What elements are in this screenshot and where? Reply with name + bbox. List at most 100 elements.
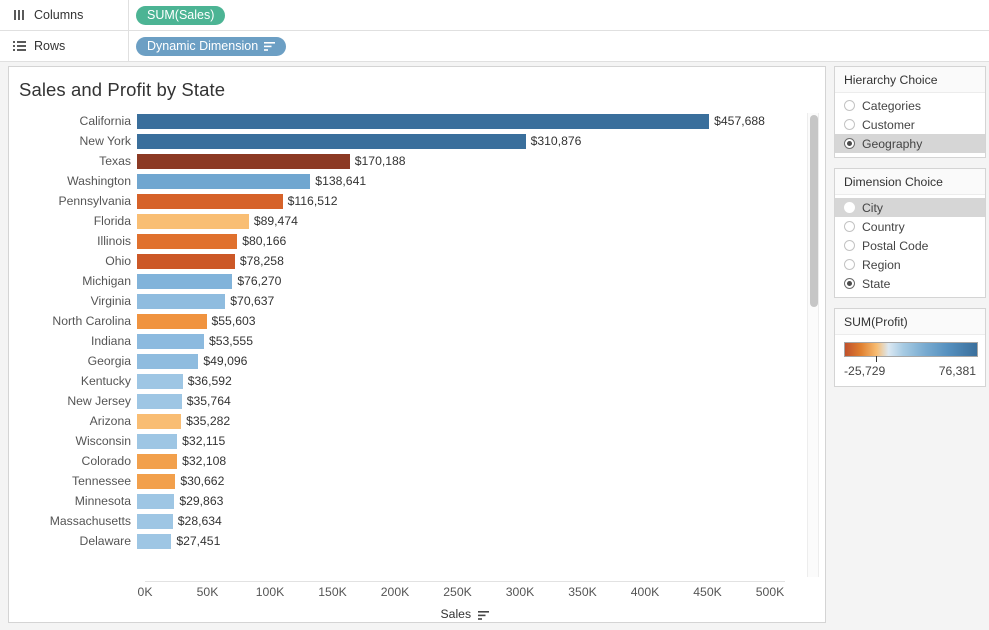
bar-row-label[interactable]: Arizona: [9, 414, 137, 428]
bar[interactable]: [137, 413, 182, 429]
x-axis-title[interactable]: Sales: [145, 607, 785, 623]
bar-row-label[interactable]: Ohio: [9, 254, 137, 268]
rows-shelf[interactable]: Rows Dynamic Dimension: [0, 30, 989, 62]
bar-row-label[interactable]: New York: [9, 134, 137, 148]
bar-row-label[interactable]: Wisconsin: [9, 434, 137, 448]
bar-row[interactable]: Illinois $80,166: [9, 231, 827, 251]
bar-row-label[interactable]: Minnesota: [9, 494, 137, 508]
bar[interactable]: [137, 233, 238, 249]
bar[interactable]: [137, 173, 311, 189]
bar-row-label[interactable]: Virginia: [9, 294, 137, 308]
radio-button-icon[interactable]: [844, 278, 855, 289]
bar-row-label[interactable]: Illinois: [9, 234, 137, 248]
radio-button-icon[interactable]: [844, 100, 855, 111]
dimension-option-state[interactable]: State: [835, 274, 985, 293]
bar[interactable]: [137, 193, 283, 209]
bar-row[interactable]: Colorado $32,108: [9, 451, 827, 471]
bar-row[interactable]: Michigan $76,270: [9, 271, 827, 291]
hierarchy-choice-options[interactable]: Categories Customer Geography: [835, 93, 985, 157]
bar-row-label[interactable]: Georgia: [9, 354, 137, 368]
bar-row[interactable]: Georgia $49,096: [9, 351, 827, 371]
bar-row-label[interactable]: Massachusetts: [9, 514, 137, 528]
bar-row[interactable]: Massachusetts $28,634: [9, 511, 827, 531]
bar[interactable]: [137, 453, 178, 469]
bar-row-label[interactable]: Indiana: [9, 334, 137, 348]
bar-row-label[interactable]: Michigan: [9, 274, 137, 288]
bar-row-label[interactable]: Pennsylvania: [9, 194, 137, 208]
bar-row-label[interactable]: Delaware: [9, 534, 137, 548]
bar-chart-plot[interactable]: California $457,688 New York $310,876 Texas $…: [9, 111, 827, 581]
bar-row[interactable]: Arizona $35,282: [9, 411, 827, 431]
bar-row-label[interactable]: Tennessee: [9, 474, 137, 488]
bar[interactable]: [137, 473, 176, 489]
bar-row[interactable]: Pennsylvania $116,512: [9, 191, 827, 211]
x-axis[interactable]: Sales 0K 50K 100K 150K 200K 250K 300K 350K 400K 4…: [9, 581, 827, 625]
bar-row[interactable]: Washington $138,641: [9, 171, 827, 191]
bar-row-label[interactable]: New Jersey: [9, 394, 137, 408]
dimension-option-city[interactable]: City: [835, 198, 985, 217]
dimension-choice-options[interactable]: City Country Postal Code Region State: [835, 195, 985, 297]
radio-button-icon[interactable]: [844, 259, 855, 270]
bar-row[interactable]: Minnesota $29,863: [9, 491, 827, 511]
bar-wrapper: $138,641: [137, 171, 827, 191]
bar[interactable]: [137, 493, 175, 509]
bar-row[interactable]: Texas $170,188: [9, 151, 827, 171]
radio-button-icon[interactable]: [844, 202, 855, 213]
bar-row[interactable]: Florida $89,474: [9, 211, 827, 231]
bar[interactable]: [137, 273, 233, 289]
radio-button-icon[interactable]: [844, 138, 855, 149]
chart-vertical-scrollbar[interactable]: [807, 113, 819, 577]
bar-row[interactable]: Virginia $70,637: [9, 291, 827, 311]
chart-scrollbar-thumb[interactable]: [810, 115, 818, 307]
bar[interactable]: [137, 393, 182, 409]
bar-row-label[interactable]: Texas: [9, 154, 137, 168]
bar-row[interactable]: California $457,688: [9, 111, 827, 131]
bar[interactable]: [137, 213, 249, 229]
bar-row[interactable]: New Jersey $35,764: [9, 391, 827, 411]
bar-value-label: $310,876: [530, 134, 582, 148]
dimension-option-country[interactable]: Country: [835, 217, 985, 236]
bar[interactable]: [137, 513, 173, 529]
bar-row[interactable]: North Carolina $55,603: [9, 311, 827, 331]
bar-row[interactable]: New York $310,876: [9, 131, 827, 151]
bar[interactable]: [137, 133, 526, 149]
bar-row-label[interactable]: California: [9, 114, 137, 128]
bar-row[interactable]: Indiana $53,555: [9, 331, 827, 351]
bar-row-label[interactable]: Florida: [9, 214, 137, 228]
columns-shelf[interactable]: Columns SUM(Sales): [0, 0, 989, 31]
bar-row-label[interactable]: North Carolina: [9, 314, 137, 328]
profit-color-gradient[interactable]: [844, 342, 978, 362]
bar-row[interactable]: Delaware $27,451: [9, 531, 827, 551]
bar[interactable]: [137, 333, 204, 349]
bar-row[interactable]: Kentucky $36,592: [9, 371, 827, 391]
bar[interactable]: [137, 533, 172, 549]
bar-row[interactable]: Wisconsin $32,115: [9, 431, 827, 451]
rows-drop-zone[interactable]: Dynamic Dimension: [129, 31, 989, 62]
hierarchy-option-geography[interactable]: Geography: [835, 134, 985, 153]
bar[interactable]: [137, 253, 235, 269]
columns-drop-zone[interactable]: SUM(Sales): [129, 0, 989, 31]
radio-button-icon[interactable]: [844, 240, 855, 251]
bar[interactable]: [137, 113, 710, 129]
pill-sum-sales[interactable]: SUM(Sales): [136, 5, 226, 25]
bar[interactable]: [137, 313, 207, 329]
bar[interactable]: [137, 353, 199, 369]
radio-button-icon[interactable]: [844, 221, 855, 232]
bar-row[interactable]: Tennessee $30,662: [9, 471, 827, 491]
bar[interactable]: [137, 373, 183, 389]
bar[interactable]: [137, 293, 226, 309]
hierarchy-option-categories[interactable]: Categories: [835, 96, 985, 115]
bar-row-label[interactable]: Colorado: [9, 454, 137, 468]
radio-button-icon[interactable]: [844, 119, 855, 130]
pill-dynamic-dimension[interactable]: Dynamic Dimension: [136, 36, 287, 56]
bar-row-label[interactable]: Kentucky: [9, 374, 137, 388]
dimension-option-region[interactable]: Region: [835, 255, 985, 274]
bar[interactable]: [137, 433, 178, 449]
axis-sort-icon[interactable]: [478, 609, 490, 623]
bar-row-label[interactable]: Washington: [9, 174, 137, 188]
bar[interactable]: [137, 153, 350, 169]
bar-row[interactable]: Ohio $78,258: [9, 251, 827, 271]
bar-value-label: $53,555: [208, 334, 253, 348]
hierarchy-option-customer[interactable]: Customer: [835, 115, 985, 134]
dimension-option-postal-code[interactable]: Postal Code: [835, 236, 985, 255]
